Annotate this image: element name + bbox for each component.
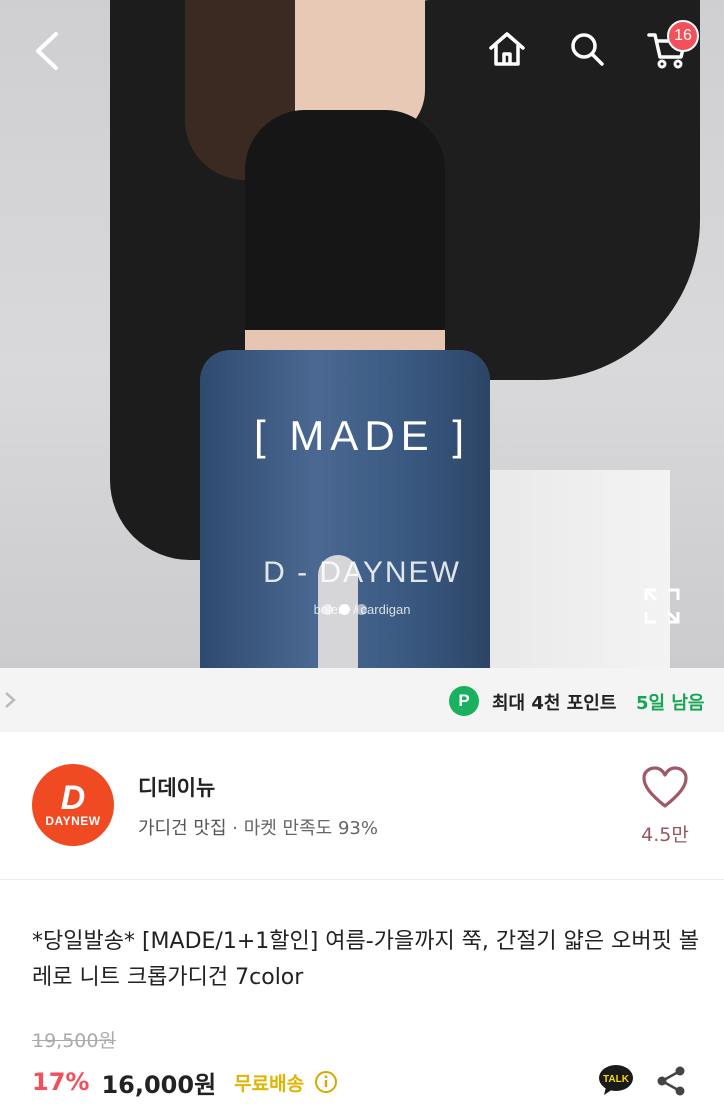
- talk-button[interactable]: TALK: [598, 1064, 634, 1096]
- seller-satisfaction: · 마켓 만족도 93%: [232, 818, 378, 839]
- search-button[interactable]: [562, 24, 612, 74]
- share-icon: [657, 1066, 685, 1096]
- hero-title: [ MADE ]: [253, 412, 471, 459]
- sale-price: 16,000원: [101, 1070, 217, 1099]
- heart-icon: [642, 766, 688, 808]
- seller-name[interactable]: 디데이뉴: [138, 772, 215, 802]
- info-icon[interactable]: [314, 1070, 338, 1094]
- seller-category: 가디건 맛집: [138, 818, 227, 839]
- seller-section[interactable]: D DAYNEW 디데이뉴 가디건 맛집 · 마켓 만족도 93%: [0, 732, 724, 880]
- discount-rate: 17%: [32, 1068, 90, 1096]
- like-count: 4.5만: [641, 824, 689, 846]
- expand-icon: [644, 588, 680, 624]
- talk-icon: TALK: [599, 1065, 633, 1095]
- back-button[interactable]: [22, 26, 72, 76]
- chevron-right-icon: [5, 692, 16, 708]
- cart-count-badge: 16: [667, 20, 699, 52]
- logo-letter: D: [60, 779, 86, 817]
- points-text: 최대 4천 포인트: [492, 693, 617, 714]
- fullscreen-button[interactable]: [640, 584, 684, 628]
- home-button[interactable]: [482, 24, 532, 74]
- share-button[interactable]: [654, 1064, 688, 1098]
- product-title: *당일발송* [MADE/1+1할인] 여름-가을까지 쭉, 간절기 얇은 오버…: [32, 929, 700, 990]
- back-icon: [36, 32, 58, 70]
- seller-description: 가디건 맛집 · 마켓 만족도 93%: [138, 814, 378, 840]
- slide-dot-active[interactable]: [339, 604, 350, 615]
- svg-text:TALK: TALK: [603, 1074, 630, 1085]
- points-icon: P: [449, 686, 479, 716]
- home-icon: [489, 32, 525, 66]
- logo-text: DAYNEW: [45, 814, 101, 828]
- points-days-left: 5일 남음: [636, 693, 705, 714]
- image-crop-top: [245, 110, 445, 335]
- shipping-label: 무료배송: [234, 1072, 305, 1095]
- slide-dot[interactable]: [322, 604, 333, 615]
- slide-indicator: [322, 604, 367, 615]
- hero-brand: D - DAYNEW: [263, 556, 461, 589]
- slide-dot[interactable]: [356, 604, 367, 615]
- original-price: 19,500원: [32, 1030, 116, 1052]
- price-row: 17% 16,000원 무료배송: [32, 1064, 338, 1100]
- search-icon: [571, 33, 604, 66]
- seller-logo[interactable]: D DAYNEW: [32, 764, 114, 846]
- product-page: [ MADE ] D - DAYNEW bolero / cardigan: [0, 0, 724, 1110]
- product-image[interactable]: [ MADE ] D - DAYNEW bolero / cardigan: [0, 0, 724, 668]
- like-button[interactable]: [640, 764, 690, 810]
